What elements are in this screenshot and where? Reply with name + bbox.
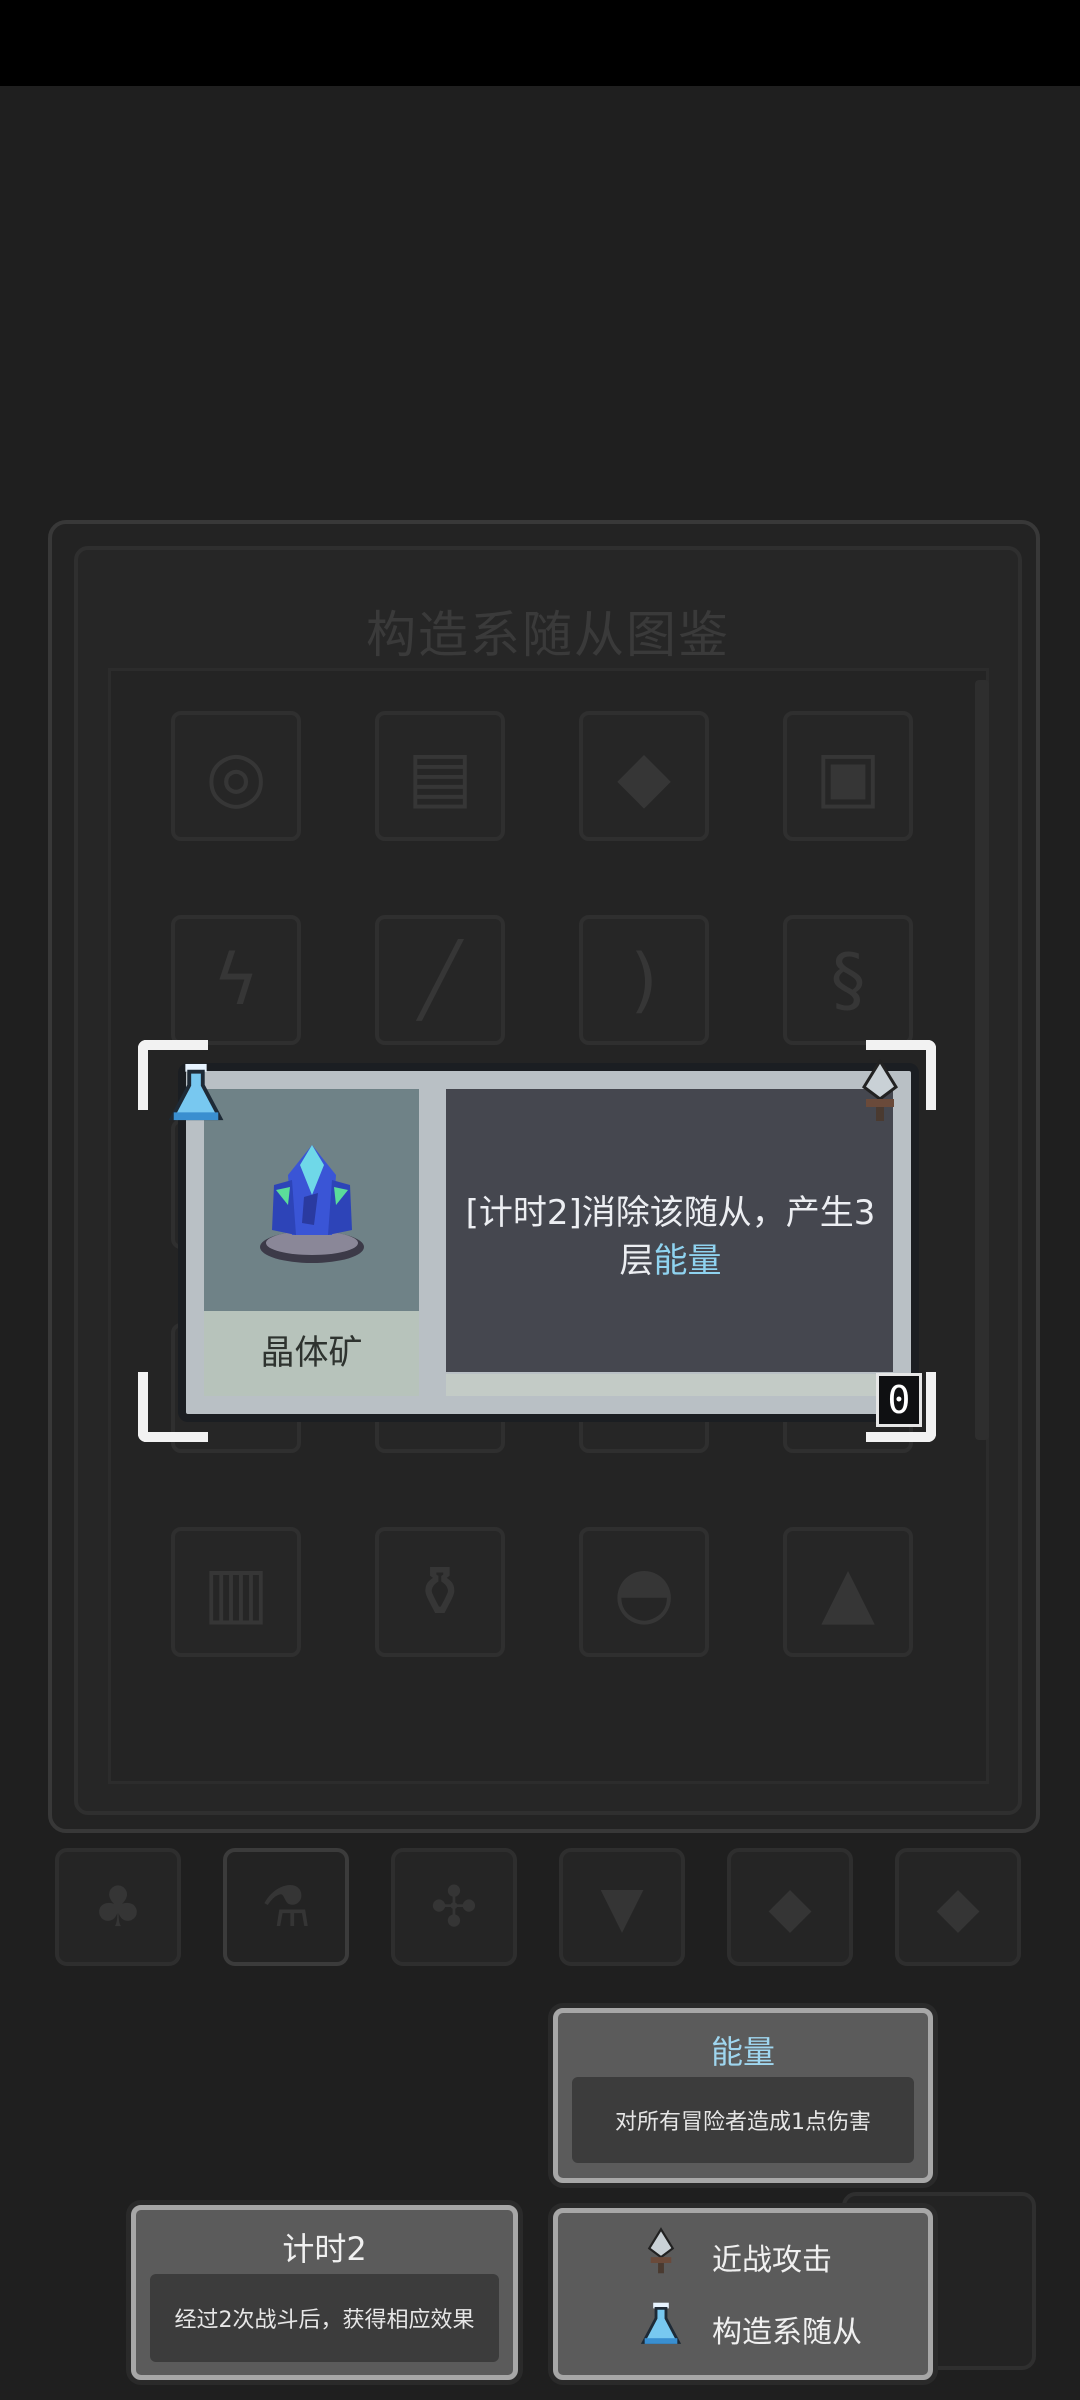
- target-gear-icon: ◎: [205, 735, 267, 817]
- padlock-icon: ▣: [814, 735, 882, 817]
- blue-diamond-icon: ◆: [768, 1874, 812, 1940]
- category-tabs: ♣ ⚗ ✣ ▼ ◆ ◆: [55, 1848, 1035, 1966]
- grid-cell[interactable]: §: [783, 915, 913, 1045]
- energy-keyword[interactable]: 能量: [654, 1241, 722, 1281]
- tags-tooltip: 近战攻击 构造系随从: [553, 2208, 933, 2380]
- tag-construct: 构造系随从: [638, 2299, 862, 2359]
- flask-icon: [638, 2299, 684, 2359]
- fire-icon: ▲: [821, 1551, 875, 1633]
- tab-beast[interactable]: ▼: [559, 1848, 685, 1966]
- lightning-bolt-icon: ϟ: [212, 939, 260, 1021]
- flask-icon: ⚗: [260, 1874, 312, 1940]
- tab-gear[interactable]: ✣: [391, 1848, 517, 1966]
- grid-cell[interactable]: ▥: [171, 1527, 301, 1657]
- grid-cell[interactable]: ▲: [783, 1527, 913, 1657]
- crystal-cluster-icon: ◆: [617, 735, 671, 817]
- grid-cell[interactable]: ◓: [579, 1527, 709, 1657]
- tag-melee: 近战攻击: [638, 2227, 832, 2287]
- grid-cell[interactable]: ◎: [171, 711, 301, 841]
- flask-icon: [166, 1063, 226, 1123]
- barrel-icon: ▤: [406, 735, 474, 817]
- grid-cell[interactable]: ▤: [375, 711, 505, 841]
- tab-blue-diamond[interactable]: ◆: [727, 1848, 853, 1966]
- serpent-staff-icon: §: [830, 939, 866, 1021]
- energy-tooltip: 能量 对所有冒险者造成1点伤害: [553, 2008, 933, 2183]
- box-icon: ▥: [202, 1551, 270, 1633]
- tab-construct[interactable]: ⚗: [223, 1848, 349, 1966]
- energy-tooltip-title: 能量: [710, 2033, 775, 2071]
- fox-icon: ▼: [600, 1874, 644, 1940]
- tag-construct-label: 构造系随从: [712, 2315, 862, 2350]
- grid-cell[interactable]: ): [579, 915, 709, 1045]
- helmet-icon: ◓: [613, 1551, 675, 1633]
- urn-icon: ⚱: [410, 1551, 470, 1633]
- shotgun-icon: ╱: [418, 939, 462, 1021]
- grid-cell[interactable]: ◆: [579, 711, 709, 841]
- minion-card[interactable]: 晶体矿 [计时2]消除该随从，产生3层能量: [178, 1063, 919, 1422]
- scimitar-icon: ): [630, 939, 658, 1021]
- grid-scrollbar[interactable]: [975, 680, 989, 1440]
- grid-cell[interactable]: ⚱: [375, 1527, 505, 1657]
- grid-cell[interactable]: ▣: [783, 711, 913, 841]
- purple-diamond-icon: ◆: [936, 1874, 980, 1940]
- card-portrait-panel: 晶体矿: [204, 1089, 419, 1396]
- card-bottom-strip: [446, 1374, 893, 1396]
- crystal-ore-icon: [259, 1145, 364, 1263]
- tag-melee-label: 近战攻击: [712, 2243, 832, 2278]
- status-bar: [0, 0, 1080, 86]
- card-description: [计时2]消除该随从，产生3层能量: [458, 1189, 883, 1285]
- gear-frame-icon: ✣: [430, 1874, 478, 1940]
- timer-tooltip-title: 计时2: [282, 2230, 367, 2268]
- card-portrait: [204, 1089, 419, 1311]
- panel-title: 构造系随从图鉴: [366, 606, 730, 664]
- grid-cell[interactable]: ϟ: [171, 915, 301, 1045]
- card-name: 晶体矿: [260, 1333, 363, 1373]
- tab-clover[interactable]: ♣: [55, 1848, 181, 1966]
- energy-tooltip-body: 对所有冒险者造成1点伤害: [572, 2077, 914, 2163]
- card-description-panel: [计时2]消除该随从，产生3层能量: [446, 1089, 893, 1372]
- grid-cell[interactable]: ╱: [375, 915, 505, 1045]
- timer-tooltip-body: 经过2次战斗后，获得相应效果: [150, 2274, 499, 2362]
- dagger-icon: [638, 2227, 684, 2287]
- timer-tooltip: 计时2 经过2次战斗后，获得相应效果: [131, 2205, 518, 2380]
- tab-purple-diamond[interactable]: ◆: [895, 1848, 1021, 1966]
- card-counter: 0: [876, 1373, 922, 1427]
- clover-icon: ♣: [92, 1874, 144, 1940]
- dagger-icon: [850, 1059, 910, 1122]
